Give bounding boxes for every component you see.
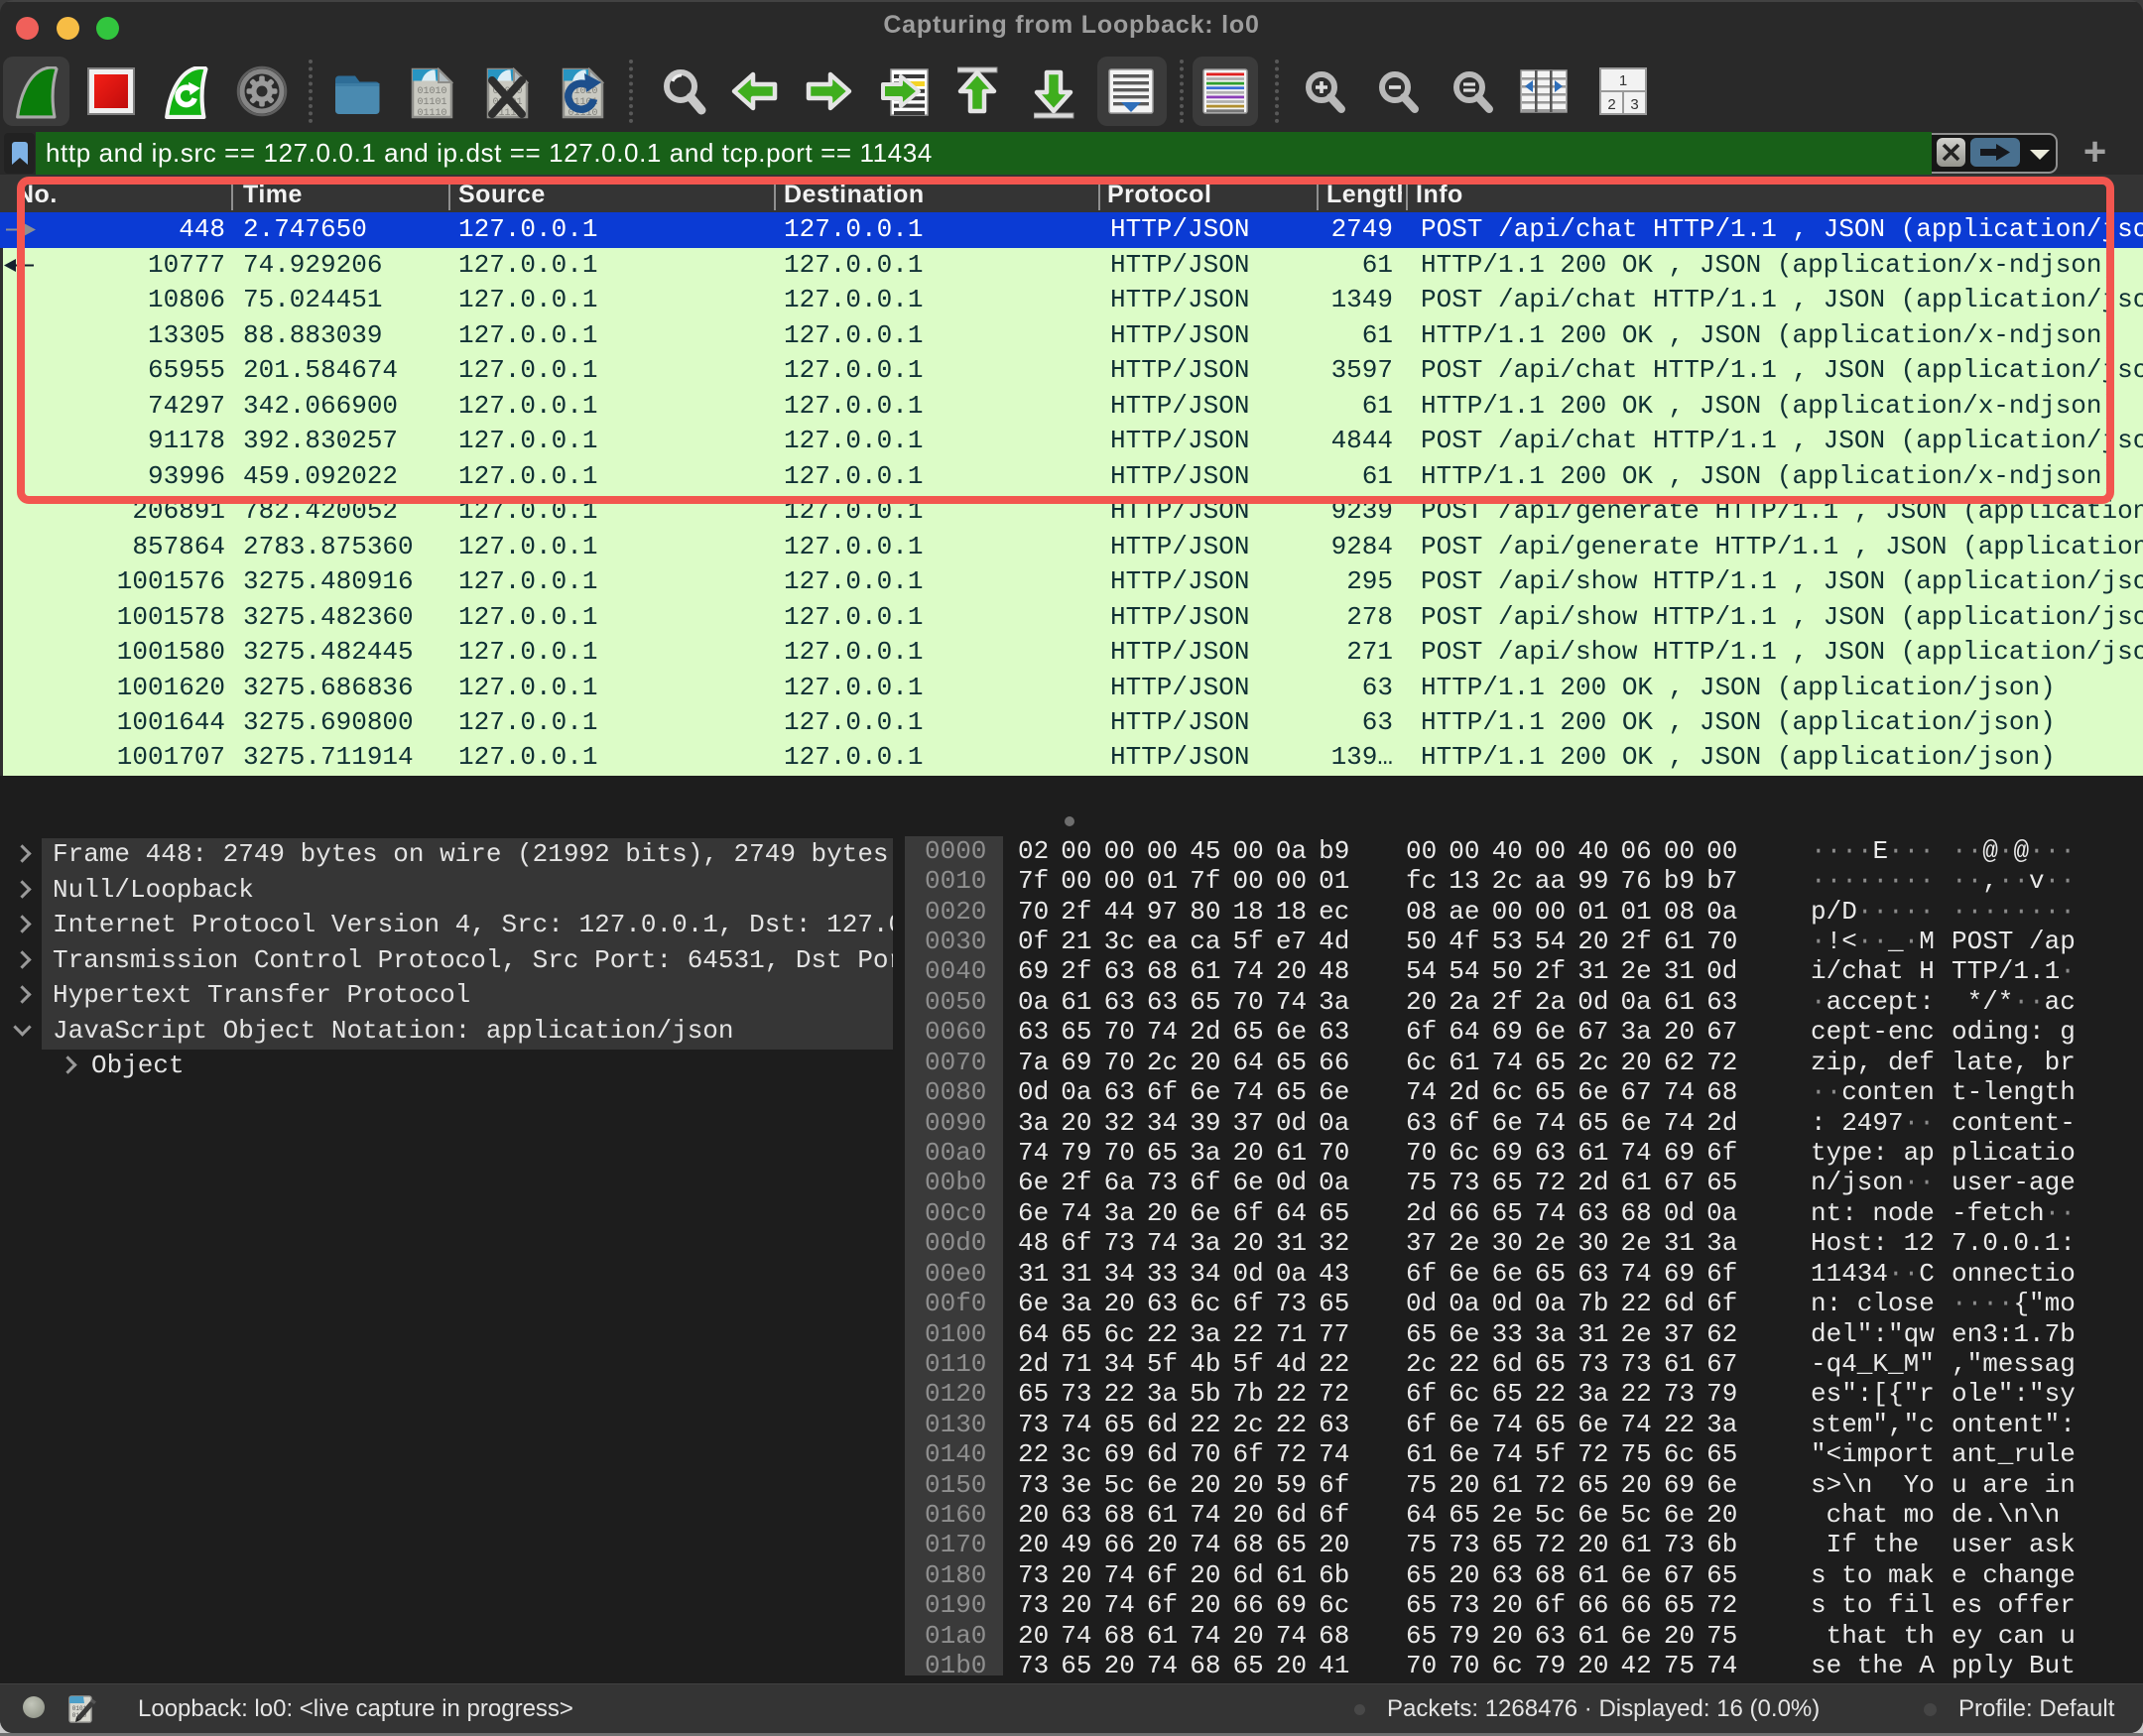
svg-text:3: 3 (1630, 96, 1638, 113)
svg-text:01101: 01101 (417, 97, 446, 108)
svg-text:01010: 01010 (417, 86, 446, 97)
svg-text:01110: 01110 (417, 108, 446, 119)
svg-text:1: 1 (1619, 72, 1627, 89)
svg-text:2: 2 (1607, 96, 1615, 113)
